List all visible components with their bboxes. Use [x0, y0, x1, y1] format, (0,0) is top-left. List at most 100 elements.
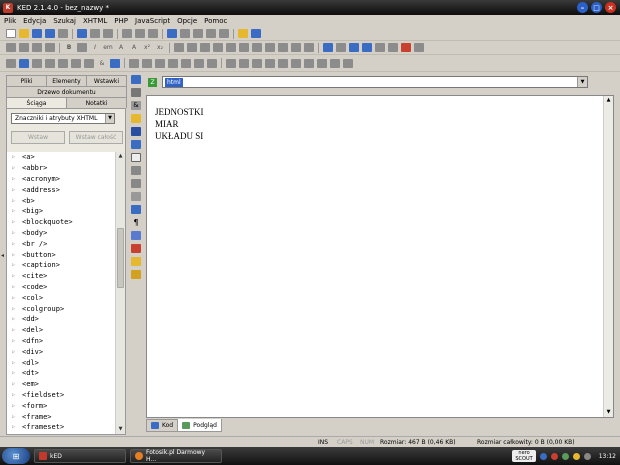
zoom-in-icon[interactable] [206, 29, 216, 38]
object-icon[interactable] [226, 58, 236, 68]
superscript-icon[interactable]: x² [142, 43, 152, 52]
heading5-icon[interactable] [278, 43, 288, 52]
menu-xhtml[interactable]: XHTML [83, 17, 107, 25]
tag-list-item[interactable]: ▷ <frame> [7, 411, 115, 422]
iframe-icon[interactable] [265, 58, 275, 68]
expand-icon[interactable]: ▷ [12, 273, 15, 279]
color-picker-icon[interactable] [414, 43, 424, 52]
scroll-up-icon[interactable]: ▲ [604, 96, 613, 105]
scroll-down-icon[interactable]: ▼ [116, 425, 125, 434]
color-icon[interactable] [131, 244, 141, 253]
expand-icon[interactable]: ▷ [12, 414, 15, 420]
tag-list-item[interactable]: ▷ <form> [7, 400, 115, 411]
dl-icon[interactable] [45, 58, 55, 68]
table-icon[interactable] [349, 43, 359, 52]
expand-icon[interactable]: ▷ [12, 403, 15, 409]
tab-notatki[interactable]: Notatki [66, 97, 127, 108]
expand-icon[interactable]: ▷ [12, 208, 15, 214]
special-char-icon[interactable] [401, 43, 411, 52]
menu-javascript[interactable]: JavaScript [135, 17, 170, 25]
network-icon[interactable] [539, 452, 547, 460]
script-icon[interactable] [181, 58, 191, 68]
expand-icon[interactable]: ▷ [12, 187, 15, 193]
tab-drzewo-dokumentu[interactable]: Drzewo dokumentu [6, 86, 127, 97]
map-icon[interactable] [291, 58, 301, 68]
align-right-icon[interactable] [200, 43, 210, 52]
download-icon[interactable] [131, 270, 141, 279]
tab-podglad[interactable]: Podgląd [177, 419, 222, 432]
expand-icon[interactable]: ▷ [12, 316, 15, 322]
scroll-up-icon[interactable]: ▲ [116, 152, 125, 161]
save-icon[interactable] [32, 29, 42, 38]
area-icon[interactable] [304, 58, 314, 68]
tab-wstawki[interactable]: Wstawki [86, 75, 127, 86]
em-icon[interactable]: em [103, 43, 113, 52]
expand-icon[interactable]: ▷ [12, 284, 15, 290]
menu-pomoc[interactable]: Pomoc [204, 17, 227, 25]
style-icon[interactable] [194, 58, 204, 68]
collapse-left-pane-icon[interactable]: ◂ [0, 75, 5, 435]
label-icon[interactable] [317, 58, 327, 68]
paste-icon[interactable] [148, 29, 158, 38]
expand-icon[interactable]: ▷ [12, 306, 15, 312]
menu-php[interactable]: PHP [114, 17, 128, 25]
tag-list-item[interactable]: ▷ <fieldset> [7, 390, 115, 401]
help-icon[interactable] [238, 29, 248, 38]
subscript-icon[interactable]: x₂ [155, 43, 165, 52]
div-icon[interactable] [19, 43, 29, 52]
menu-plik[interactable]: Plik [4, 17, 16, 25]
expand-icon[interactable]: ▷ [12, 262, 15, 268]
tag-list-item[interactable]: ▷ <br /> [7, 238, 115, 249]
big-font-icon[interactable]: A [116, 43, 126, 52]
image-icon[interactable] [362, 43, 372, 52]
heading2-icon[interactable] [239, 43, 249, 52]
heading4-icon[interactable] [265, 43, 275, 52]
insert-all-button[interactable]: Wstaw całość [69, 131, 123, 144]
align-left-icon[interactable] [174, 43, 184, 52]
expand-icon[interactable]: ▷ [12, 252, 15, 258]
menu-opcje[interactable]: Opcje [177, 17, 197, 25]
tag-list-item[interactable]: ▷ <big> [7, 206, 115, 217]
tag-list-item[interactable]: ▷ <acronym> [7, 174, 115, 185]
list-view-icon[interactable] [131, 205, 141, 214]
tab-elementy[interactable]: Elementy [46, 75, 87, 86]
tag-list-item[interactable]: ▷ <caption> [7, 260, 115, 271]
tag-tools-icon[interactable] [131, 75, 141, 84]
expand-icon[interactable]: ▷ [12, 198, 15, 204]
comment-icon[interactable] [129, 58, 139, 68]
minimize-icon[interactable]: – [577, 2, 588, 13]
tag-list-scrollbar[interactable]: ▲ ▼ [115, 152, 125, 434]
tag-list-item[interactable]: ▷ <cite> [7, 271, 115, 282]
expand-icon[interactable]: ▷ [12, 219, 15, 225]
expand-icon[interactable]: ▷ [12, 230, 15, 236]
heading3-icon[interactable] [252, 43, 262, 52]
chevron-down-icon[interactable]: ▼ [577, 77, 587, 87]
li-icon[interactable] [32, 58, 42, 68]
hr-icon[interactable] [304, 43, 314, 52]
align-justify-icon[interactable] [213, 43, 223, 52]
security-icon[interactable] [550, 452, 558, 460]
format-code-icon[interactable] [131, 231, 141, 240]
entity-icon[interactable]: & [131, 101, 141, 110]
tag-list-item[interactable]: ▷ <frameset> [7, 422, 115, 433]
expand-icon[interactable]: ▷ [12, 349, 15, 355]
element-combo[interactable]: html ▼ [162, 76, 588, 88]
expand-icon[interactable]: ▷ [12, 392, 15, 398]
new-file-icon[interactable] [6, 29, 16, 38]
expand-icon[interactable]: ▷ [12, 295, 15, 301]
menu-edycja[interactable]: Edycja [23, 17, 46, 25]
indent-icon[interactable] [142, 58, 152, 68]
link-icon[interactable] [375, 43, 385, 52]
heading-icon[interactable] [226, 43, 236, 52]
outdent-icon[interactable] [155, 58, 165, 68]
tag-list-item[interactable]: ▷ <abbr> [7, 163, 115, 174]
form-icon[interactable] [323, 43, 333, 52]
css-icon[interactable] [207, 58, 217, 68]
tab-sciaga[interactable]: Ściąga [6, 97, 67, 108]
save-all-icon[interactable] [45, 29, 55, 38]
manual-icon[interactable] [251, 29, 261, 38]
wrap-icon[interactable] [131, 192, 141, 201]
strong-icon[interactable] [77, 43, 87, 52]
preview-icon[interactable] [77, 29, 87, 38]
paragraph-icon[interactable] [6, 43, 16, 52]
